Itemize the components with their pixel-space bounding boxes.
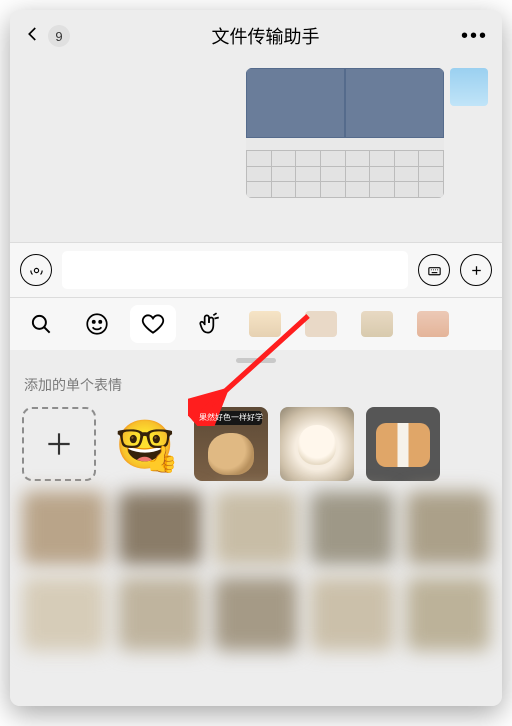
sticker-tabs: [10, 298, 502, 350]
tab-pack-3[interactable]: [354, 305, 400, 343]
more-icon[interactable]: •••: [461, 25, 488, 48]
tab-emoji[interactable]: [74, 305, 120, 343]
sticker-cat[interactable]: [280, 407, 354, 481]
drag-handle[interactable]: [236, 358, 276, 363]
keyboard-button[interactable]: [418, 254, 450, 286]
tab-pack-4[interactable]: [410, 305, 456, 343]
chat-area: [10, 62, 502, 242]
sticker-doge[interactable]: 果然好色一样好学: [194, 407, 268, 481]
avatar[interactable]: [450, 68, 488, 106]
voice-button[interactable]: [20, 254, 52, 286]
sticker-grid-blurred: [22, 491, 490, 651]
back-icon[interactable]: [24, 25, 42, 48]
message-image[interactable]: [246, 68, 444, 198]
page-title: 文件传输助手: [211, 23, 319, 49]
tab-search[interactable]: [18, 305, 64, 343]
tab-pack-2[interactable]: [298, 305, 344, 343]
sticker-corgi[interactable]: [366, 407, 440, 481]
unread-badge: 9: [48, 25, 70, 47]
message-input[interactable]: [62, 251, 408, 289]
plus-button[interactable]: [460, 254, 492, 286]
tab-pack-1[interactable]: [242, 305, 288, 343]
tab-gesture[interactable]: [186, 305, 232, 343]
section-title: 添加的单个表情: [24, 375, 490, 395]
sticker-nerd-emoji[interactable]: 🤓👍: [108, 407, 182, 481]
tab-favorites[interactable]: [130, 305, 176, 343]
add-sticker-button[interactable]: [22, 407, 96, 481]
